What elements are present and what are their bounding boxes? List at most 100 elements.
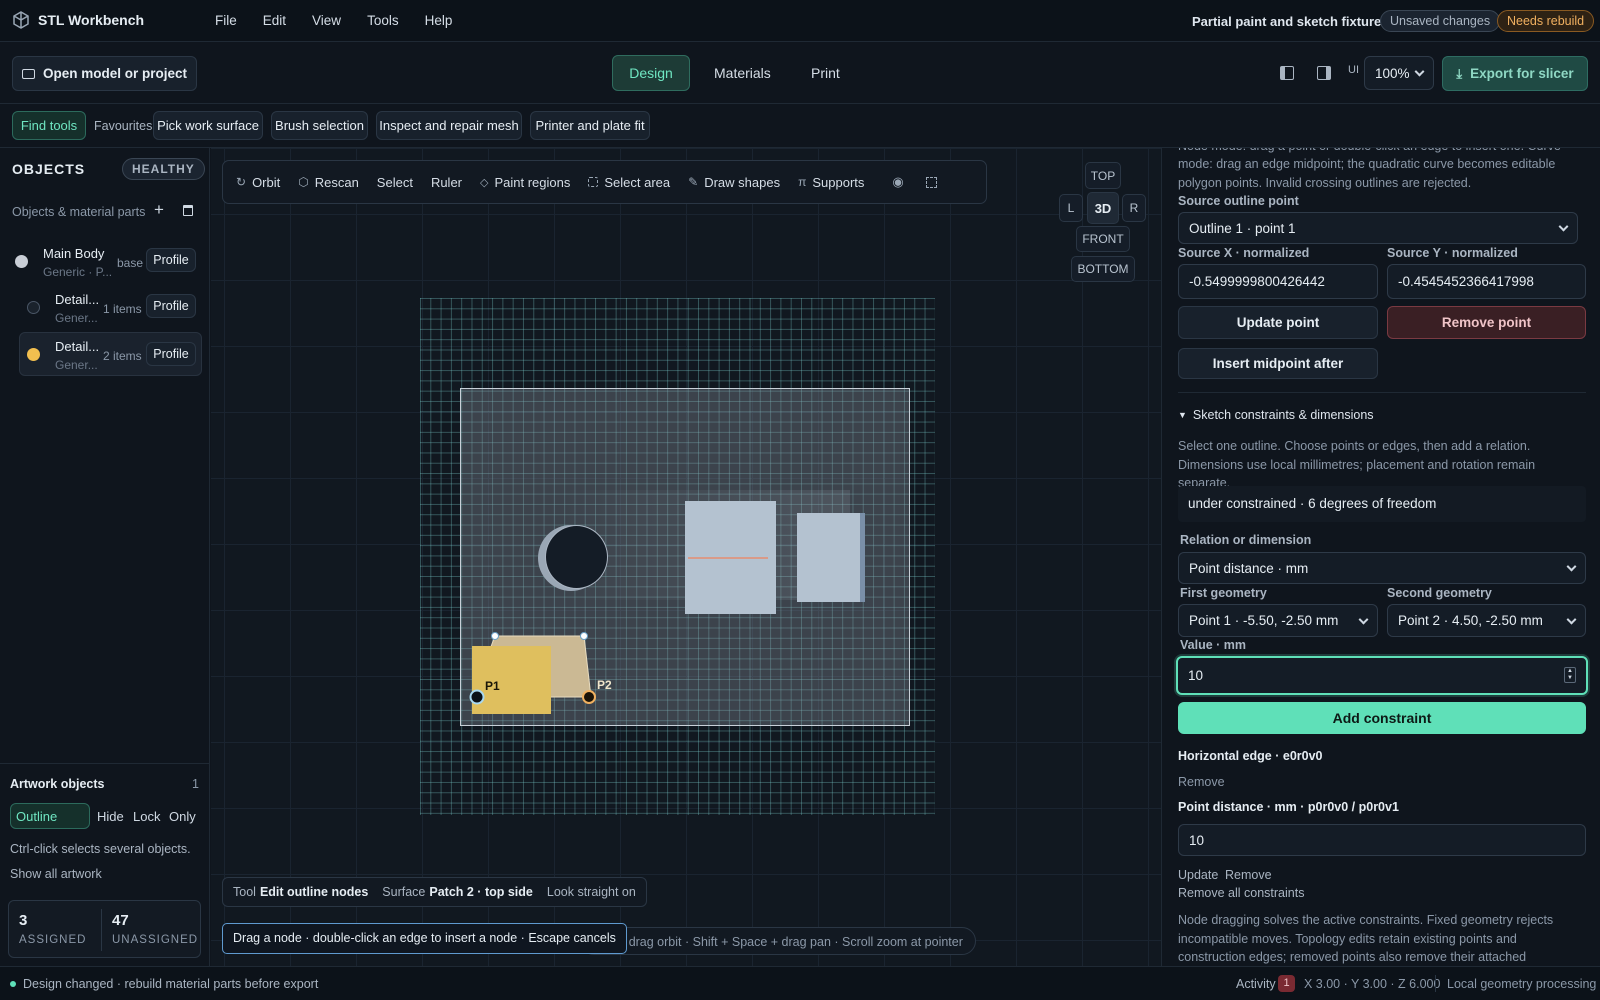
outline-mode-button[interactable]: Outline (10, 803, 90, 829)
pick-work-surface-label: Pick work surface (157, 118, 259, 133)
profile-button[interactable]: Profile (146, 248, 196, 272)
menu-file[interactable]: File (215, 13, 237, 28)
find-tools-label: Find tools (20, 118, 78, 133)
dof-status: under constrained · 6 degrees of freedom (1178, 486, 1586, 522)
tool-rescan[interactable]: ⬡ Rescan (289, 161, 368, 203)
first-geometry-select[interactable]: Point 1 · -5.50, -2.50 mm (1178, 604, 1378, 637)
update-point-label: Update point (1236, 315, 1320, 330)
object-row-detail-1[interactable]: Detail... Gener... 1 items Profile (20, 286, 202, 326)
view-right-button[interactable]: R (1122, 194, 1146, 222)
app-title: STL Workbench (38, 12, 145, 28)
supports-icon: π (798, 175, 807, 189)
ui-zoom-select[interactable]: 100% (1364, 56, 1434, 90)
objects-subtitle: Objects & material parts (12, 205, 146, 219)
object-name: Detail... (55, 292, 100, 307)
menu-edit[interactable]: Edit (263, 13, 286, 28)
pick-work-surface-button[interactable]: Pick work surface (153, 111, 263, 140)
view-front-button[interactable]: FRONT (1076, 226, 1130, 252)
unsaved-badge: Unsaved changes (1380, 10, 1501, 32)
export-slicer-button[interactable]: ⤓ Export for slicer (1442, 56, 1588, 91)
source-point-select[interactable]: Outline 1 · point 1 (1178, 212, 1578, 244)
find-tools-button[interactable]: Find tools (12, 111, 86, 140)
lock-button[interactable]: Lock (133, 809, 160, 824)
tab-design[interactable]: Design (612, 55, 690, 91)
ui-scale-label: UI (1348, 64, 1359, 76)
open-model-button[interactable]: Open model or project (12, 56, 197, 91)
remove-all-constraints[interactable]: Remove all constraints (1178, 886, 1304, 900)
node-p1[interactable] (469, 689, 485, 705)
processing-label: Local geometry processing (1447, 977, 1597, 991)
constraint-1-title: Horizontal edge · e0r0v0 (1178, 749, 1323, 763)
artwork-hint: Ctrl-click selects several objects. (10, 842, 191, 856)
constraint-2-title: Point distance · mm · p0r0v0 / p0r0v1 (1178, 800, 1399, 814)
tab-print[interactable]: Print (811, 65, 840, 81)
menu-help[interactable]: Help (425, 13, 453, 28)
right-panel-toggle-icon[interactable] (1317, 66, 1331, 80)
activity-label[interactable]: Activity (1236, 977, 1276, 991)
constraint-2-remove[interactable]: Remove (1225, 868, 1272, 882)
menu-bar: File Edit View Tools Help (215, 13, 452, 28)
download-icon: ⤓ (1456, 65, 1463, 81)
source-point-value: Outline 1 · point 1 (1189, 220, 1296, 236)
inspect-repair-button[interactable]: Inspect and repair mesh (376, 111, 522, 140)
remove-point-button[interactable]: Remove point (1387, 306, 1586, 339)
tab-materials[interactable]: Materials (714, 65, 771, 81)
health-badge: HEALTHY (122, 158, 205, 180)
activity-badge[interactable]: 1 (1278, 975, 1295, 992)
node-top-left[interactable] (491, 632, 499, 640)
view-left-button[interactable]: L (1059, 194, 1083, 222)
hide-button[interactable]: Hide (97, 809, 124, 824)
outline-mode-label: Outline (16, 808, 58, 824)
chevron-down-icon (1558, 221, 1569, 232)
tool-orbit[interactable]: ↻ Orbit (227, 161, 289, 203)
update-point-button[interactable]: Update point (1178, 306, 1378, 339)
menu-tools[interactable]: Tools (367, 13, 399, 28)
sketch-overlay[interactable] (460, 620, 620, 720)
profile-button[interactable]: Profile (146, 342, 196, 366)
menu-view[interactable]: View (312, 13, 341, 28)
second-geometry-select[interactable]: Point 2 · 4.50, -2.50 mm (1387, 604, 1586, 637)
insert-midpoint-button[interactable]: Insert midpoint after (1178, 348, 1378, 379)
circle-hole[interactable] (545, 525, 608, 589)
brush-selection-button[interactable]: Brush selection (271, 111, 368, 140)
node-top-right[interactable] (580, 632, 588, 640)
constraint-2-value-input[interactable]: 10 (1178, 824, 1586, 856)
view-bottom-button[interactable]: BOTTOM (1071, 256, 1135, 282)
object-row-detail-2[interactable]: Detail... Gener... 2 items Profile (19, 332, 202, 376)
value-input[interactable]: 10 ▲ ▼ (1176, 656, 1588, 695)
only-button[interactable]: Only (169, 809, 196, 824)
relation-label: Relation or dimension (1180, 533, 1312, 547)
relation-select[interactable]: Point distance · mm (1178, 552, 1586, 584)
show-all-artwork-link[interactable]: Show all artwork (10, 867, 102, 881)
source-y-input[interactable]: -0.4545452366417998 (1387, 264, 1586, 299)
orbit-icon: ↻ (236, 175, 247, 189)
profile-button[interactable]: Profile (146, 294, 196, 318)
tool-select-area[interactable]: Select area (579, 161, 679, 203)
stepper-icon[interactable]: ▲ ▼ (1564, 667, 1576, 683)
tool-select-area-label: Select area (604, 174, 671, 190)
constraint-1-remove[interactable]: Remove (1178, 775, 1225, 789)
visibility-toggle[interactable]: ◉ (883, 161, 912, 203)
node-p2[interactable] (582, 690, 596, 704)
tool-paint-regions[interactable]: ◇ Paint regions (471, 161, 579, 203)
tool-select[interactable]: Select (368, 161, 422, 203)
add-constraint-button[interactable]: Add constraint (1178, 702, 1586, 734)
fullscreen-toggle[interactable] (917, 161, 946, 203)
tool-ruler[interactable]: Ruler (422, 161, 471, 203)
view-top-button[interactable]: TOP (1085, 162, 1121, 189)
rect-feature-small[interactable] (797, 513, 865, 602)
nav-hint-chip: Space + drag orbit · Shift + Space + dra… (580, 927, 976, 955)
constraint-2-update[interactable]: Update (1178, 868, 1218, 882)
add-object-icon[interactable]: + (154, 200, 164, 220)
object-row-main-body[interactable]: Main Body Generic · P... base Profile (15, 240, 202, 280)
constraints-section-toggle[interactable]: ▼ Sketch constraints & dimensions (1178, 408, 1374, 422)
trash-icon[interactable] (183, 205, 193, 216)
source-x-input[interactable]: -0.5499999800426442 (1178, 264, 1378, 299)
view-3d-button[interactable]: 3D (1087, 192, 1119, 224)
left-panel-toggle-icon[interactable] (1280, 66, 1294, 80)
painted-region[interactable] (472, 646, 551, 714)
look-straight-button[interactable]: Look straight on (547, 885, 636, 899)
tool-draw-shapes[interactable]: ✎ Draw shapes (679, 161, 789, 203)
tool-supports[interactable]: π Supports (789, 161, 873, 203)
printer-plate-fit-button[interactable]: Printer and plate fit (530, 111, 650, 140)
